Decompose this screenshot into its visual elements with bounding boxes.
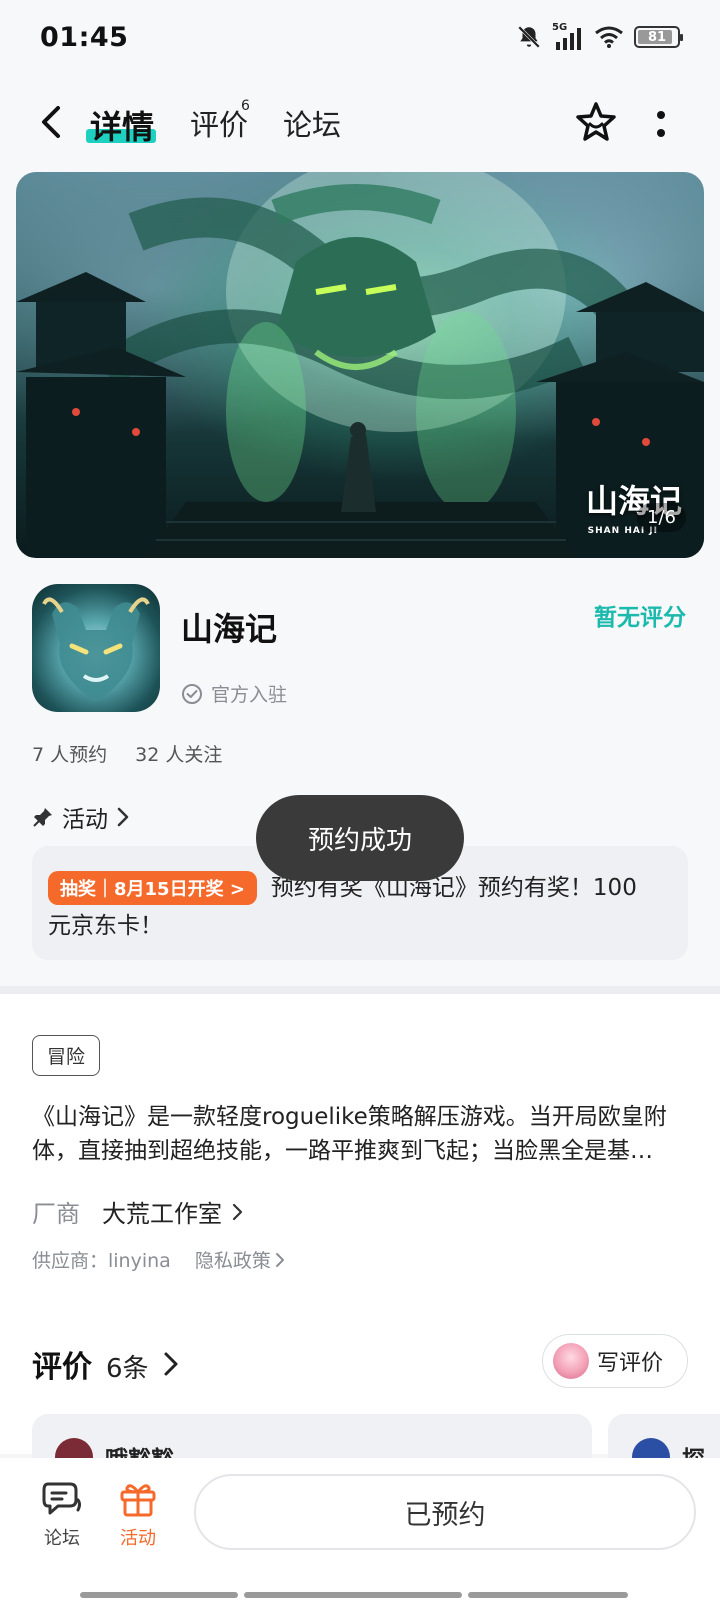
- nav-indicator: [80, 1592, 238, 1598]
- genre-tag[interactable]: 冒险: [32, 1035, 101, 1076]
- battery-level: 81: [647, 29, 667, 45]
- more-vertical-icon[interactable]: [654, 108, 668, 140]
- section-divider: [0, 986, 720, 994]
- reviews-header[interactable]: 评价 6条: [32, 1342, 179, 1386]
- supplier-info: 供应商：linyina: [32, 1250, 171, 1272]
- description-line-2: 体，直接抽到超绝技能，一路平推爽到飞起；当脸黑全是基…: [32, 1138, 653, 1164]
- reserved-button[interactable]: 已预约: [194, 1474, 696, 1550]
- game-description[interactable]: 《山海记》是一款轻度roguelike策略解压游戏。当开局欧皇附 体，直接抽到超…: [32, 1100, 692, 1168]
- reservation-count: 7 人预约: [32, 744, 108, 766]
- write-review-button[interactable]: 写评价: [542, 1334, 688, 1388]
- pin-icon: [33, 808, 52, 827]
- privacy-policy-label: 隐私政策: [194, 1250, 271, 1272]
- reviews-count: 6条: [106, 1354, 149, 1384]
- reviews-title: 评价: [32, 1350, 92, 1385]
- back-icon[interactable]: [36, 102, 68, 142]
- nav-indicator: [468, 1592, 628, 1598]
- hero-counter: 1/6: [637, 503, 686, 532]
- vendor-row[interactable]: 厂商 大荒工作室: [32, 1194, 244, 1229]
- bottom-forum-label: 论坛: [44, 1528, 80, 1549]
- meta-row: 供应商：linyina 隐私政策: [32, 1246, 285, 1273]
- chevron-right-icon: [232, 1203, 243, 1220]
- check-circle-icon: [182, 683, 202, 704]
- write-review-label: 写评价: [597, 1351, 664, 1376]
- vendor-label: 厂商: [32, 1200, 80, 1228]
- signal-icon: 5G: [552, 22, 584, 50]
- description-line-1: 《山海记》是一款轻度roguelike策略解压游戏。当开局欧皇附: [32, 1104, 667, 1130]
- bottom-activity-label: 活动: [120, 1528, 156, 1549]
- hero-banner[interactable]: 山海记 SHAN HAI JI 1/6: [16, 172, 704, 558]
- battery-icon: 81: [634, 26, 683, 48]
- tab-details[interactable]: 详情: [90, 102, 154, 148]
- bottom-activity-button[interactable]: 活动: [108, 1480, 168, 1550]
- user-avatar: [553, 1343, 589, 1379]
- bottom-forum-button[interactable]: 论坛: [32, 1480, 92, 1550]
- status-icons: 5G 81: [516, 22, 683, 50]
- nav-indicator: [244, 1592, 462, 1598]
- activity-header-label: 活动: [62, 807, 108, 833]
- star-outline-icon[interactable]: [574, 100, 618, 144]
- chevron-right-icon: [117, 807, 129, 827]
- game-title: 山海记: [181, 610, 278, 648]
- tab-reviews[interactable]: 评价: [190, 102, 248, 144]
- activity-text-2: 元京东卡！: [48, 913, 163, 939]
- chat-bubble-icon: [42, 1482, 81, 1515]
- game-stats: 7 人预约 32 人关注: [32, 740, 222, 767]
- tab-forum[interactable]: 论坛: [283, 102, 341, 144]
- vendor-name: 大荒工作室: [102, 1200, 222, 1228]
- status-time: 01:45: [40, 22, 129, 53]
- wifi-icon: [595, 26, 623, 48]
- lottery-badge: 抽奖｜8月15日开奖 >: [48, 871, 257, 905]
- privacy-policy-link[interactable]: 隐私政策: [195, 1246, 285, 1273]
- toast-message: 预约成功: [256, 795, 464, 881]
- chevron-right-icon: [275, 1252, 284, 1267]
- chevron-right-icon: [164, 1352, 178, 1376]
- official-label: 官方入驻: [211, 684, 288, 706]
- official-badge: 官方入驻: [181, 680, 287, 707]
- rating-status: 暂无评分: [594, 605, 686, 631]
- follower-count: 32 人关注: [135, 744, 223, 766]
- mute-bell-icon: [518, 26, 540, 48]
- tab-reviews-count: 6: [241, 98, 250, 114]
- gift-icon: [120, 1484, 156, 1517]
- activity-header[interactable]: 活动: [32, 800, 130, 834]
- app-icon: [32, 584, 160, 712]
